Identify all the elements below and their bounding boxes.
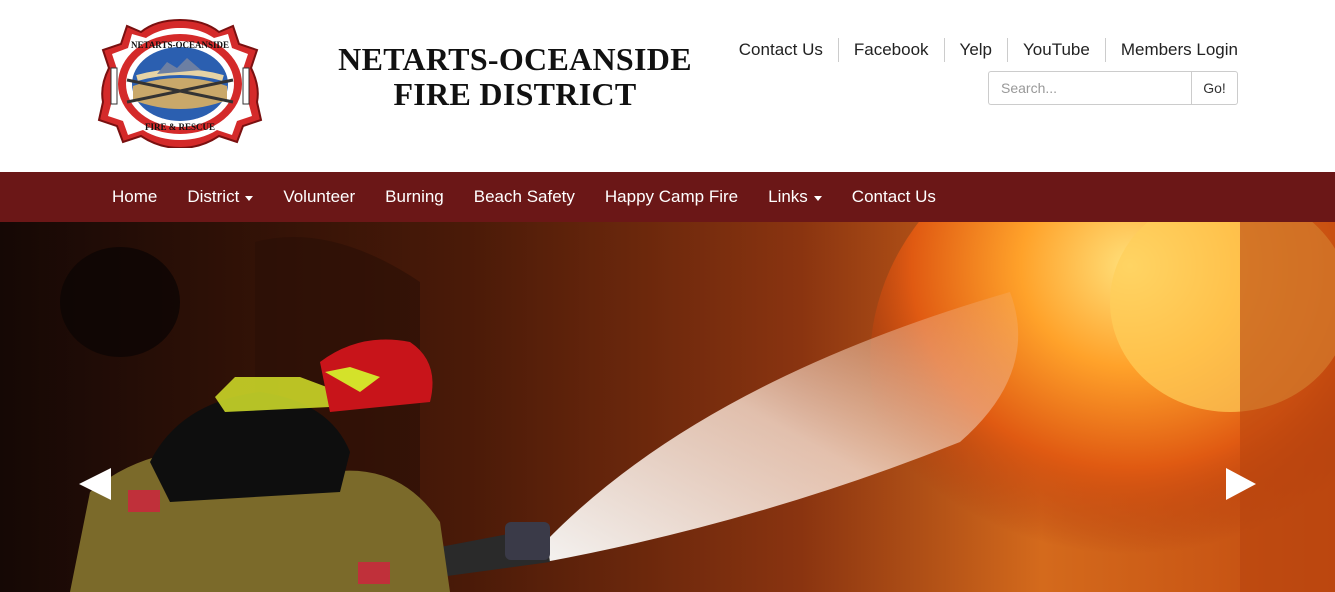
site-title-line2: FIRE DISTRICT (393, 76, 637, 112)
nav-item-contact-us[interactable]: Contact Us (837, 172, 951, 222)
carousel-prev-icon[interactable] (77, 466, 111, 502)
nav-item-label: District (187, 187, 240, 206)
hero-carousel (0, 222, 1335, 592)
caret-down-icon (245, 195, 254, 201)
logo-text-top: NETARTS-OCEANSIDE (131, 40, 229, 50)
hero-slide-image (0, 222, 1335, 592)
top-link-facebook[interactable]: Facebook (837, 38, 944, 62)
top-link-members-login[interactable]: Members Login (1104, 38, 1248, 62)
nav-item-links[interactable]: Links (753, 172, 837, 222)
top-link-youtube[interactable]: YouTube (1007, 38, 1105, 62)
nav-item-label: Links (768, 187, 808, 206)
fire-district-logo[interactable]: NETARTS-OCEANSIDE FIRE & RESCUE (97, 18, 263, 148)
nav-item-home[interactable]: Home (97, 172, 172, 222)
search-input[interactable] (988, 71, 1191, 105)
search-go-button[interactable]: Go! (1191, 71, 1238, 105)
main-nav: Home District Volunteer Burning Beach Sa… (97, 172, 951, 222)
caret-down-icon (813, 195, 822, 201)
nav-item-label: Volunteer (283, 187, 356, 206)
site-title-line1: NETARTS-OCEANSIDE (338, 41, 692, 77)
nav-item-happy-camp-fire[interactable]: Happy Camp Fire (590, 172, 753, 222)
site-header: NETARTS-OCEANSIDE FIRE & RESCUE NETARTS-… (0, 0, 1335, 172)
main-navbar: Home District Volunteer Burning Beach Sa… (0, 172, 1335, 222)
nav-item-label: Home (112, 187, 158, 206)
logo-text-bottom: FIRE & RESCUE (145, 122, 215, 132)
top-link-contact-us[interactable]: Contact Us (724, 38, 838, 62)
nav-item-label: Contact Us (851, 187, 936, 206)
nav-item-beach-safety[interactable]: Beach Safety (459, 172, 590, 222)
nav-item-label: Burning (385, 187, 444, 206)
top-link-yelp[interactable]: Yelp (943, 38, 1007, 62)
nav-item-district[interactable]: District (172, 172, 268, 222)
nav-item-label: Beach Safety (473, 187, 575, 206)
search-form: Go! (988, 71, 1238, 105)
site-title: NETARTS-OCEANSIDE FIRE DISTRICT (330, 42, 700, 112)
nav-item-burning[interactable]: Burning (370, 172, 459, 222)
carousel-next-icon[interactable] (1224, 466, 1258, 502)
nav-item-volunteer[interactable]: Volunteer (268, 172, 370, 222)
nav-item-label: Happy Camp Fire (604, 187, 739, 206)
top-links: Contact Us Facebook Yelp YouTube Members… (724, 38, 1248, 62)
